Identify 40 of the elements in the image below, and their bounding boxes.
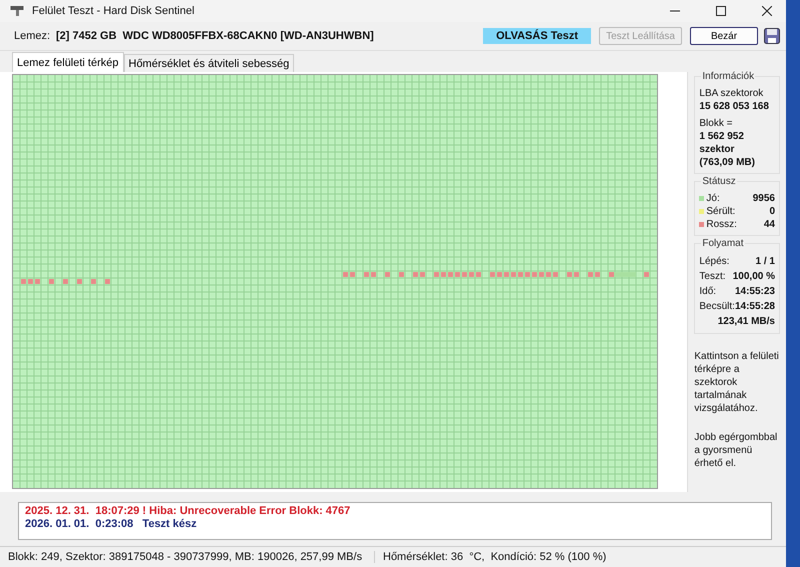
maximize-icon[interactable] — [716, 6, 726, 16]
progress-value: 14:55:23 — [734, 286, 775, 297]
status-bar-text: Hőmérséklet: 36 °C, Kondíció: 52 % (100 %) — [382, 551, 606, 563]
progress-label: Idő: — [699, 286, 716, 297]
status-value: 0 — [769, 206, 775, 217]
hint-text: Jobb egérgombbal a gyorsmenü érhető el. — [694, 431, 778, 470]
info-text: LBA szektorok — [699, 87, 764, 100]
hint-text: Kattintson a felületi térképre a szektorok tartalmának vizsgálatához. — [694, 350, 780, 415]
group-title: Információk — [701, 71, 756, 82]
group-title: Folyamat — [701, 238, 745, 249]
save-icon[interactable] — [764, 28, 780, 44]
test-status: OLVASÁS Teszt — [483, 28, 592, 44]
status-label: Sérült: — [706, 206, 736, 217]
toolbar-button[interactable]: Bezár — [690, 27, 758, 45]
progress-label: Becsült: — [699, 301, 735, 312]
status-label: Rossz: — [706, 219, 737, 230]
log-entry: 2025. 12. 31. 18:07:29 ! Hiba: Unrecoverable Error Blokk: 4767 — [25, 505, 352, 518]
close-icon[interactable] — [762, 6, 772, 16]
log-entry: 2026. 01. 01. 0:23:08 Teszt kész — [25, 518, 198, 531]
tab[interactable]: Hőmérséklet és átviteli sebesség — [124, 54, 294, 72]
info-text: 1 562 952 szektor — [699, 130, 745, 156]
progress-value: 14:55:28 — [734, 301, 775, 312]
status-label: Jó: — [706, 193, 720, 204]
progress-value: 1 / 1 — [756, 256, 775, 267]
tab[interactable]: Lemez felületi térkép — [12, 52, 124, 72]
status-bar-text: Blokk: 249, Szektor: 389175048 - 390737999, MB: 190026, 257,99 MB/s — [0, 551, 375, 563]
window-title: Felület Teszt - Hard Disk Sentinel — [32, 5, 194, 17]
progress-label: Lépés: — [699, 256, 730, 267]
group-title: Státusz — [701, 176, 737, 187]
status-value: 44 — [764, 219, 775, 230]
speed-value: 123,41 MB/s — [718, 316, 775, 327]
disk-icon — [10, 5, 24, 17]
status-value: 9956 — [752, 193, 775, 204]
progress-label: Teszt: — [699, 271, 726, 282]
info-text: 15 628 053 168 — [699, 100, 770, 113]
info-text: Blokk = — [699, 117, 734, 130]
disk-name: [2] 7452 GB WDC WD8005FFBX-68CAKN0 [WD-AN3UHWBN] — [56, 30, 374, 42]
info-text: (763,09 MB) — [699, 156, 756, 169]
disk-label: Lemez: — [14, 30, 52, 42]
progress-value: 100,00 % — [732, 271, 775, 282]
